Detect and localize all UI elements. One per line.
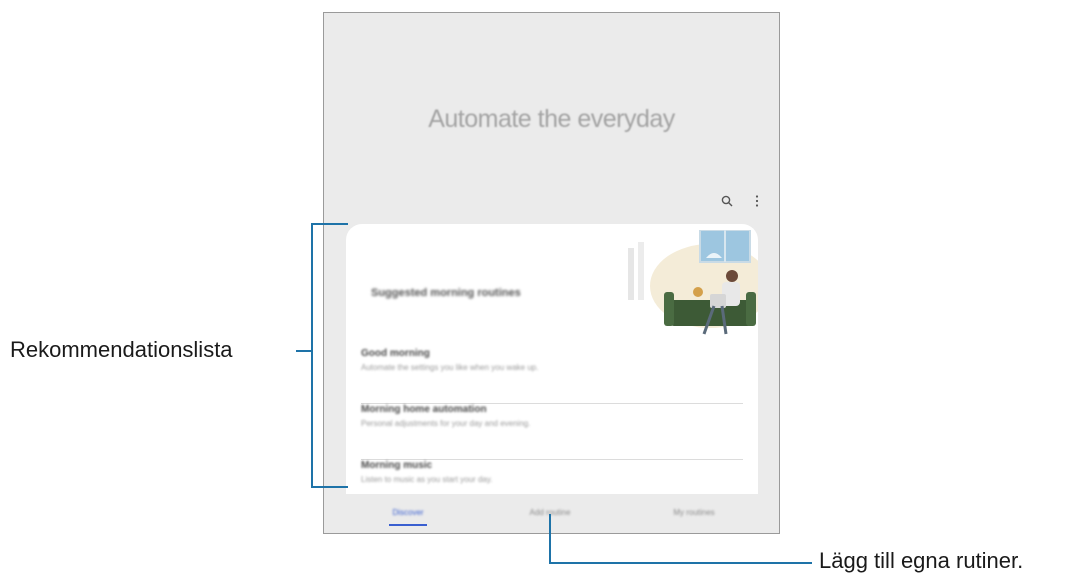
device-screen: Automate the everyday Suggested morning … [323, 12, 780, 534]
add-callout-horizontal [549, 562, 812, 564]
list-bracket-bottom [311, 486, 348, 488]
list-bracket-top [311, 223, 348, 225]
item-title: Good morning [361, 348, 430, 359]
item-subtitle: Personal adjustments for your day and ev… [361, 419, 531, 428]
morning-illustration [628, 230, 758, 335]
more-vert-icon[interactable] [749, 193, 765, 209]
tab-discover[interactable]: Discover [388, 508, 428, 517]
search-icon[interactable] [719, 193, 735, 209]
tab-my-routines[interactable]: My routines [664, 508, 724, 517]
item-subtitle: Listen to music as you start your day. [361, 475, 493, 484]
recommendation-card: Suggested morning routines Good morning … [346, 224, 758, 494]
callout-add-routines: Lägg till egna rutiner. [819, 548, 1024, 573]
tab-active-indicator [389, 524, 427, 526]
item-subtitle: Automate the settings you like when you … [361, 363, 539, 372]
card-title: Suggested morning routines [371, 287, 521, 299]
list-callout-connector [296, 350, 311, 352]
list-item[interactable]: Morning music Listen to music as you sta… [361, 460, 743, 494]
list-bracket-vertical [311, 223, 313, 488]
add-callout-vertical [549, 514, 551, 564]
callout-recommendation-list: Rekommendationslista [10, 337, 233, 362]
bottom-tab-bar: Discover Add routine My routines [324, 495, 779, 533]
top-actions [719, 193, 765, 209]
item-title: Morning music [361, 460, 433, 471]
list-item[interactable]: Good morning Automate the settings you l… [361, 348, 743, 404]
item-title: Morning home automation [361, 404, 487, 415]
page-headline: Automate the everyday [428, 105, 675, 133]
list-item[interactable]: Morning home automation Personal adjustm… [361, 404, 743, 460]
